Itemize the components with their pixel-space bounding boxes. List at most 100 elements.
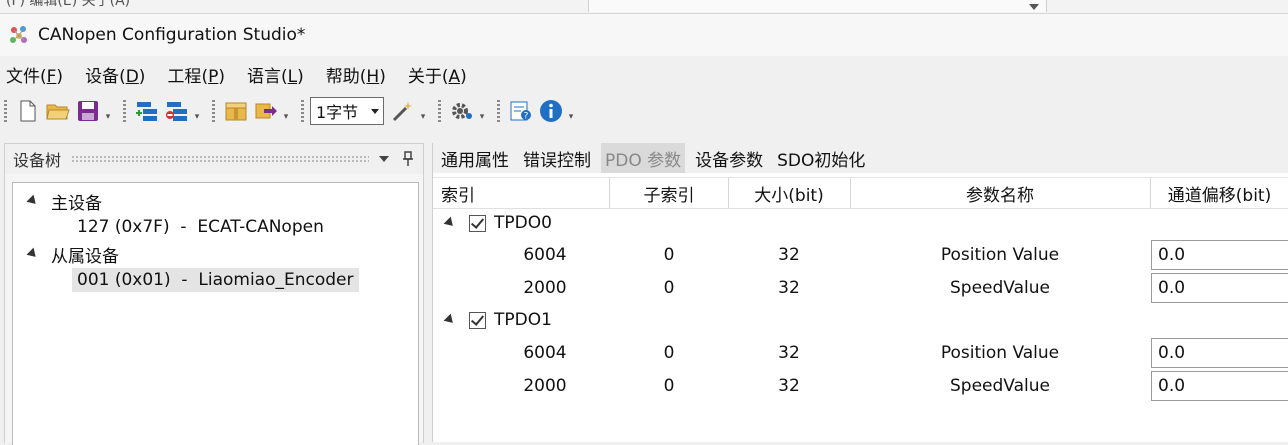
tree-label-master-device: 127 (0x7F) - ECAT-CANopen (77, 217, 324, 237)
package-icon[interactable] (223, 98, 249, 124)
device-tree-title: 设备树 (13, 151, 62, 170)
cell-index: 6004 (523, 343, 567, 363)
column-header-index[interactable]: 索引 (433, 178, 610, 208)
cell-subindex: 0 (663, 245, 675, 265)
group-expander-icon[interactable] (443, 313, 457, 327)
menu-about[interactable]: 关于(A) (408, 62, 467, 87)
group-expander-icon[interactable] (443, 216, 457, 230)
channel-offset-input[interactable] (1151, 338, 1288, 368)
cell-size: 32 (778, 245, 800, 265)
info-icon[interactable] (538, 98, 564, 124)
cell-subindex: 0 (663, 343, 675, 363)
toolbar: ▾ ▾ ▾ 1字节 ▾ ▾ ? ▾ (0, 94, 1288, 128)
pdo-grid: TPDO0 6004 0 32 Position Value 2000 0 32… (433, 208, 1288, 442)
tab-strip: 通用属性 错误控制 PDO 参数 设备参数 SDO初始化 (433, 143, 1288, 173)
menu-project[interactable]: 工程(P) (167, 62, 225, 87)
tree-node-slave[interactable]: 从属设备 (25, 242, 119, 267)
device-tree: 主设备 127 (0x7F) - ECAT-CANopen 从属设备 001 (… (12, 182, 419, 445)
table-row[interactable]: 2000 0 32 SpeedValue (433, 370, 1288, 402)
window-title: CANopen Configuration Studio* (38, 25, 306, 45)
save-dropdown-chevron-icon[interactable]: ▾ (103, 98, 113, 124)
table-row[interactable]: 2000 0 32 SpeedValue (433, 272, 1288, 304)
pdo-enable-checkbox[interactable] (469, 214, 486, 232)
pin-icon[interactable] (401, 151, 415, 167)
settings-dropdown-chevron-icon[interactable]: ▾ (477, 98, 487, 124)
menu-language[interactable]: 语言(L) (247, 62, 304, 87)
cell-param-name: SpeedValue (950, 376, 1050, 396)
pdo-group-row[interactable]: TPDO0 (433, 208, 552, 238)
remove-node-icon[interactable] (164, 98, 190, 124)
chevron-down-icon (371, 108, 379, 114)
tab-sdo-init[interactable]: SDO初始化 (773, 143, 869, 173)
device-tree-panel: 设备树 主设备 127 (0x7F) - ECAT-CANopen 从属设备 0… (4, 143, 424, 445)
tab-error-control[interactable]: 错误控制 (519, 143, 595, 173)
menu-file[interactable]: 文件(F) (6, 62, 63, 87)
tab-device-params[interactable]: 设备参数 (691, 143, 767, 173)
cell-size: 32 (778, 376, 800, 396)
cell-size: 32 (778, 343, 800, 363)
tree-expander-icon[interactable] (26, 247, 40, 261)
column-header-channel-offset[interactable]: 通道偏移(bit) (1150, 178, 1288, 208)
info-dropdown-chevron-icon[interactable]: ▾ (566, 98, 576, 124)
cell-size: 32 (778, 278, 800, 298)
column-header-param-name[interactable]: 参数名称 (850, 178, 1151, 208)
wand-dropdown-chevron-icon[interactable]: ▾ (418, 98, 428, 124)
tab-general-properties[interactable]: 通用属性 (437, 143, 513, 173)
cell-subindex: 0 (663, 278, 675, 298)
channel-offset-input[interactable] (1151, 371, 1288, 401)
tree-label-master: 主设备 (51, 193, 102, 214)
table-row[interactable]: 6004 0 32 Position Value (433, 239, 1288, 271)
channel-offset-input[interactable] (1151, 273, 1288, 303)
tree-label-slave: 从属设备 (51, 246, 119, 267)
cell-param-name: SpeedValue (950, 278, 1050, 298)
panel-drag-handle[interactable] (71, 155, 369, 163)
background-window-strip: (F) 编辑(E) 关于(A) (0, 0, 1288, 14)
table-row[interactable]: 6004 0 32 Position Value (433, 337, 1288, 369)
byte-size-value: 1字节 (316, 103, 359, 122)
title-bar: CANopen Configuration Studio* (0, 14, 1288, 56)
pdo-group-row[interactable]: TPDO1 (433, 305, 552, 335)
tab-pdo-params[interactable]: PDO 参数 (601, 143, 686, 173)
panel-menu-chevron-icon[interactable] (379, 156, 389, 162)
menu-bar: 文件(F) 设备(D) 工程(P) 语言(L) 帮助(H) 关于(A) (0, 58, 489, 90)
tree-label-slave-device: 001 (0x01) - Liaomiao_Encoder (77, 270, 354, 290)
pdo-config-area: 通用属性 错误控制 PDO 参数 设备参数 SDO初始化 索引 子索引 大小(b… (432, 143, 1288, 442)
magic-wand-icon[interactable] (390, 98, 416, 124)
add-node-icon[interactable] (134, 98, 160, 124)
pdo-group-name: TPDO0 (494, 213, 552, 233)
cell-param-name: Position Value (940, 245, 1060, 265)
toolbar-grip[interactable] (123, 100, 126, 122)
cell-subindex: 0 (663, 376, 675, 396)
pdo-enable-checkbox[interactable] (469, 311, 486, 329)
toolbar-grip[interactable] (301, 100, 304, 122)
byte-size-combo[interactable]: 1字节 (310, 97, 384, 125)
toolbar-grip[interactable] (212, 100, 215, 122)
new-file-icon[interactable] (15, 98, 41, 124)
export-icon[interactable] (253, 98, 279, 124)
column-header-subindex[interactable]: 子索引 (610, 178, 729, 208)
tree-node-master[interactable]: 主设备 (25, 189, 102, 214)
cell-index: 6004 (523, 245, 567, 265)
tree-expander-icon[interactable] (26, 194, 40, 208)
open-folder-icon[interactable] (45, 98, 71, 124)
svg-text:?: ? (524, 112, 529, 122)
node-dropdown-chevron-icon[interactable]: ▾ (192, 98, 202, 124)
channel-offset-input[interactable] (1151, 240, 1288, 270)
background-menu-fragment: (F) 编辑(E) 关于(A) (6, 0, 131, 9)
menu-help[interactable]: 帮助(H) (326, 62, 386, 87)
menu-device[interactable]: 设备(D) (85, 62, 145, 87)
toolbar-grip[interactable] (438, 100, 441, 122)
export-dropdown-chevron-icon[interactable]: ▾ (281, 98, 291, 124)
toolbar-grip[interactable] (497, 100, 500, 122)
help-icon[interactable]: ? (508, 98, 534, 124)
settings-gear-icon[interactable] (449, 98, 475, 124)
save-icon[interactable] (75, 98, 101, 124)
column-header-size[interactable]: 大小(bit) (728, 178, 851, 208)
grid-header: 索引 子索引 大小(bit) 参数名称 通道偏移(bit) (433, 177, 1288, 209)
chevron-down-icon (1029, 4, 1039, 10)
tree-node-slave-device[interactable]: 001 (0x01) - Liaomiao_Encoder (72, 268, 359, 292)
cell-param-name: Position Value (940, 343, 1060, 363)
background-combo (588, 0, 1047, 12)
toolbar-grip[interactable] (4, 100, 7, 122)
tree-node-master-device[interactable]: 127 (0x7F) - ECAT-CANopen (77, 215, 324, 239)
